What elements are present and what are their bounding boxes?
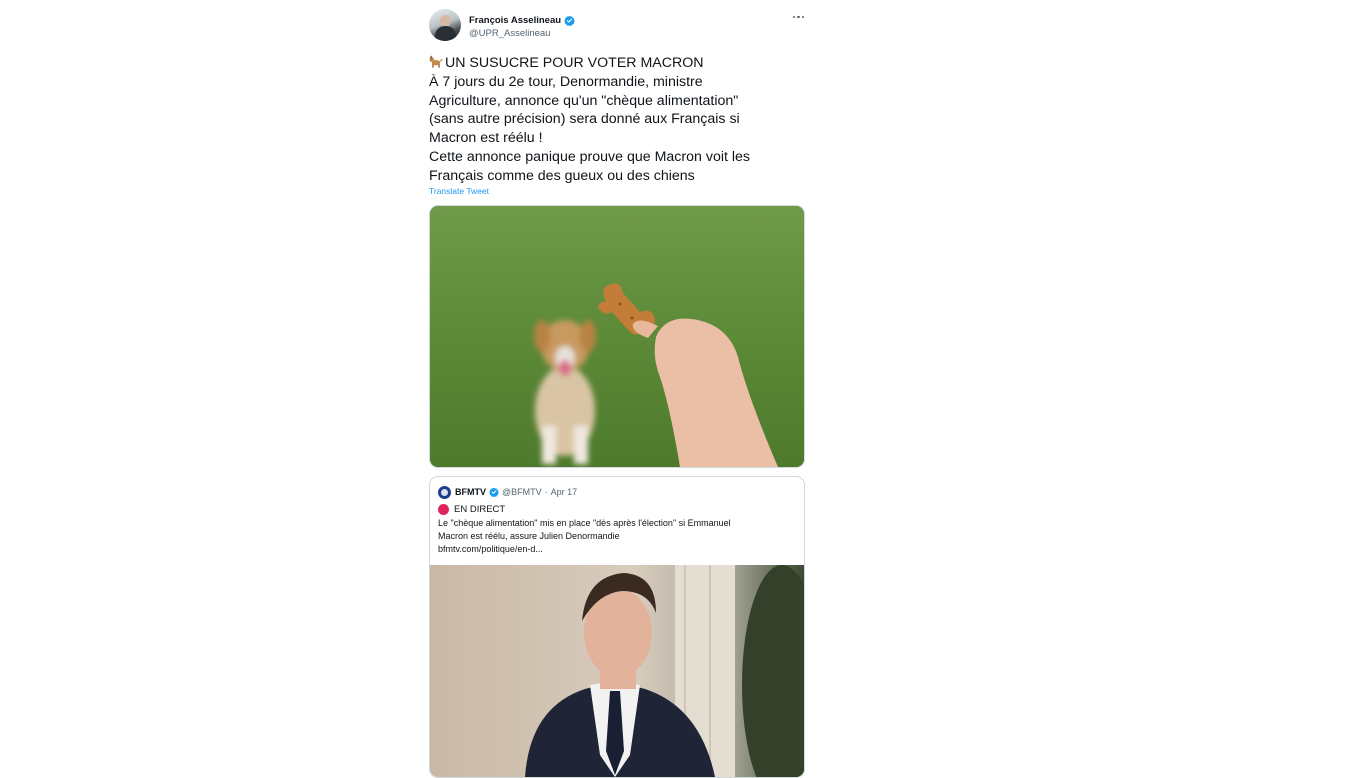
author-name[interactable]: François Asselineau xyxy=(469,15,561,26)
quoted-date: Apr 17 xyxy=(550,487,578,497)
live-dot-icon xyxy=(438,503,449,515)
quoted-text-line-2: Macron est réélu, assure Julien Denorman… xyxy=(438,531,620,541)
quoted-tweet-header: BFMTV @BFMTV · Apr 17 xyxy=(438,485,577,499)
quoted-verified-badge-icon xyxy=(489,487,499,497)
tweet-text: UN SUSUCRE POUR VOTER MACRON À 7 jours d… xyxy=(429,54,805,186)
author-avatar[interactable] xyxy=(429,9,461,41)
tweet-text-line: UN SUSUCRE POUR VOTER MACRON xyxy=(429,54,805,73)
politician-photo xyxy=(430,565,804,777)
tweet-text-line-2: À 7 jours du 2e tour, Denormandie, minis… xyxy=(429,73,703,90)
dog-figure xyxy=(534,320,596,464)
live-indicator: EN DIRECT xyxy=(438,502,505,516)
quoted-tweet[interactable]: BFMTV @BFMTV · Apr 17 EN DIRECT Le "chèq… xyxy=(429,476,805,778)
tweet-header: François Asselineau @UPR_Asselineau xyxy=(429,9,805,43)
quoted-media-photo[interactable] xyxy=(430,565,804,777)
translate-tweet-link[interactable]: Translate Tweet xyxy=(429,186,489,196)
quoted-author-name: BFMTV xyxy=(455,487,486,497)
quoted-author-handle: @BFMTV xyxy=(502,487,542,497)
tweet-media-photo[interactable] xyxy=(429,205,805,468)
tweet-text-line-6: Cette annonce panique prouve que Macron … xyxy=(429,148,751,165)
live-label: EN DIRECT xyxy=(454,503,506,515)
avatar-body xyxy=(435,26,456,41)
tweet-text-line-1: UN SUSUCRE POUR VOTER MACRON xyxy=(445,55,704,71)
tweet-card: François Asselineau @UPR_Asselineau UN S… xyxy=(429,0,805,778)
tweet-text-line-4: (sans autre précision) sera donné aux Fr… xyxy=(429,111,740,128)
author-handle[interactable]: @UPR_Asselineau xyxy=(469,28,550,39)
quoted-link[interactable]: bfmtv.com/politique/en-d... xyxy=(438,543,798,556)
quoted-separator: · xyxy=(544,487,548,497)
tweet-text-line-5: Macron est réélu ! xyxy=(429,130,543,147)
bfmtv-logo-icon xyxy=(438,485,451,499)
tweet-text-line-3: Agriculture, annonce qu'un "chèque alime… xyxy=(429,92,739,109)
tweet-text-line-7: Français comme des gueux ou des chiens xyxy=(429,167,695,184)
quoted-tweet-text: Le "chèque alimentation" mis en place "d… xyxy=(438,517,798,556)
quoted-text-line-1: Le "chèque alimentation" mis en place "d… xyxy=(438,518,731,528)
verified-badge-icon xyxy=(564,15,575,26)
dog-emoji xyxy=(429,55,443,68)
author-name-line: François Asselineau xyxy=(469,13,575,27)
more-options-icon[interactable] xyxy=(793,13,805,21)
dog-biscuit-photo xyxy=(430,206,804,467)
